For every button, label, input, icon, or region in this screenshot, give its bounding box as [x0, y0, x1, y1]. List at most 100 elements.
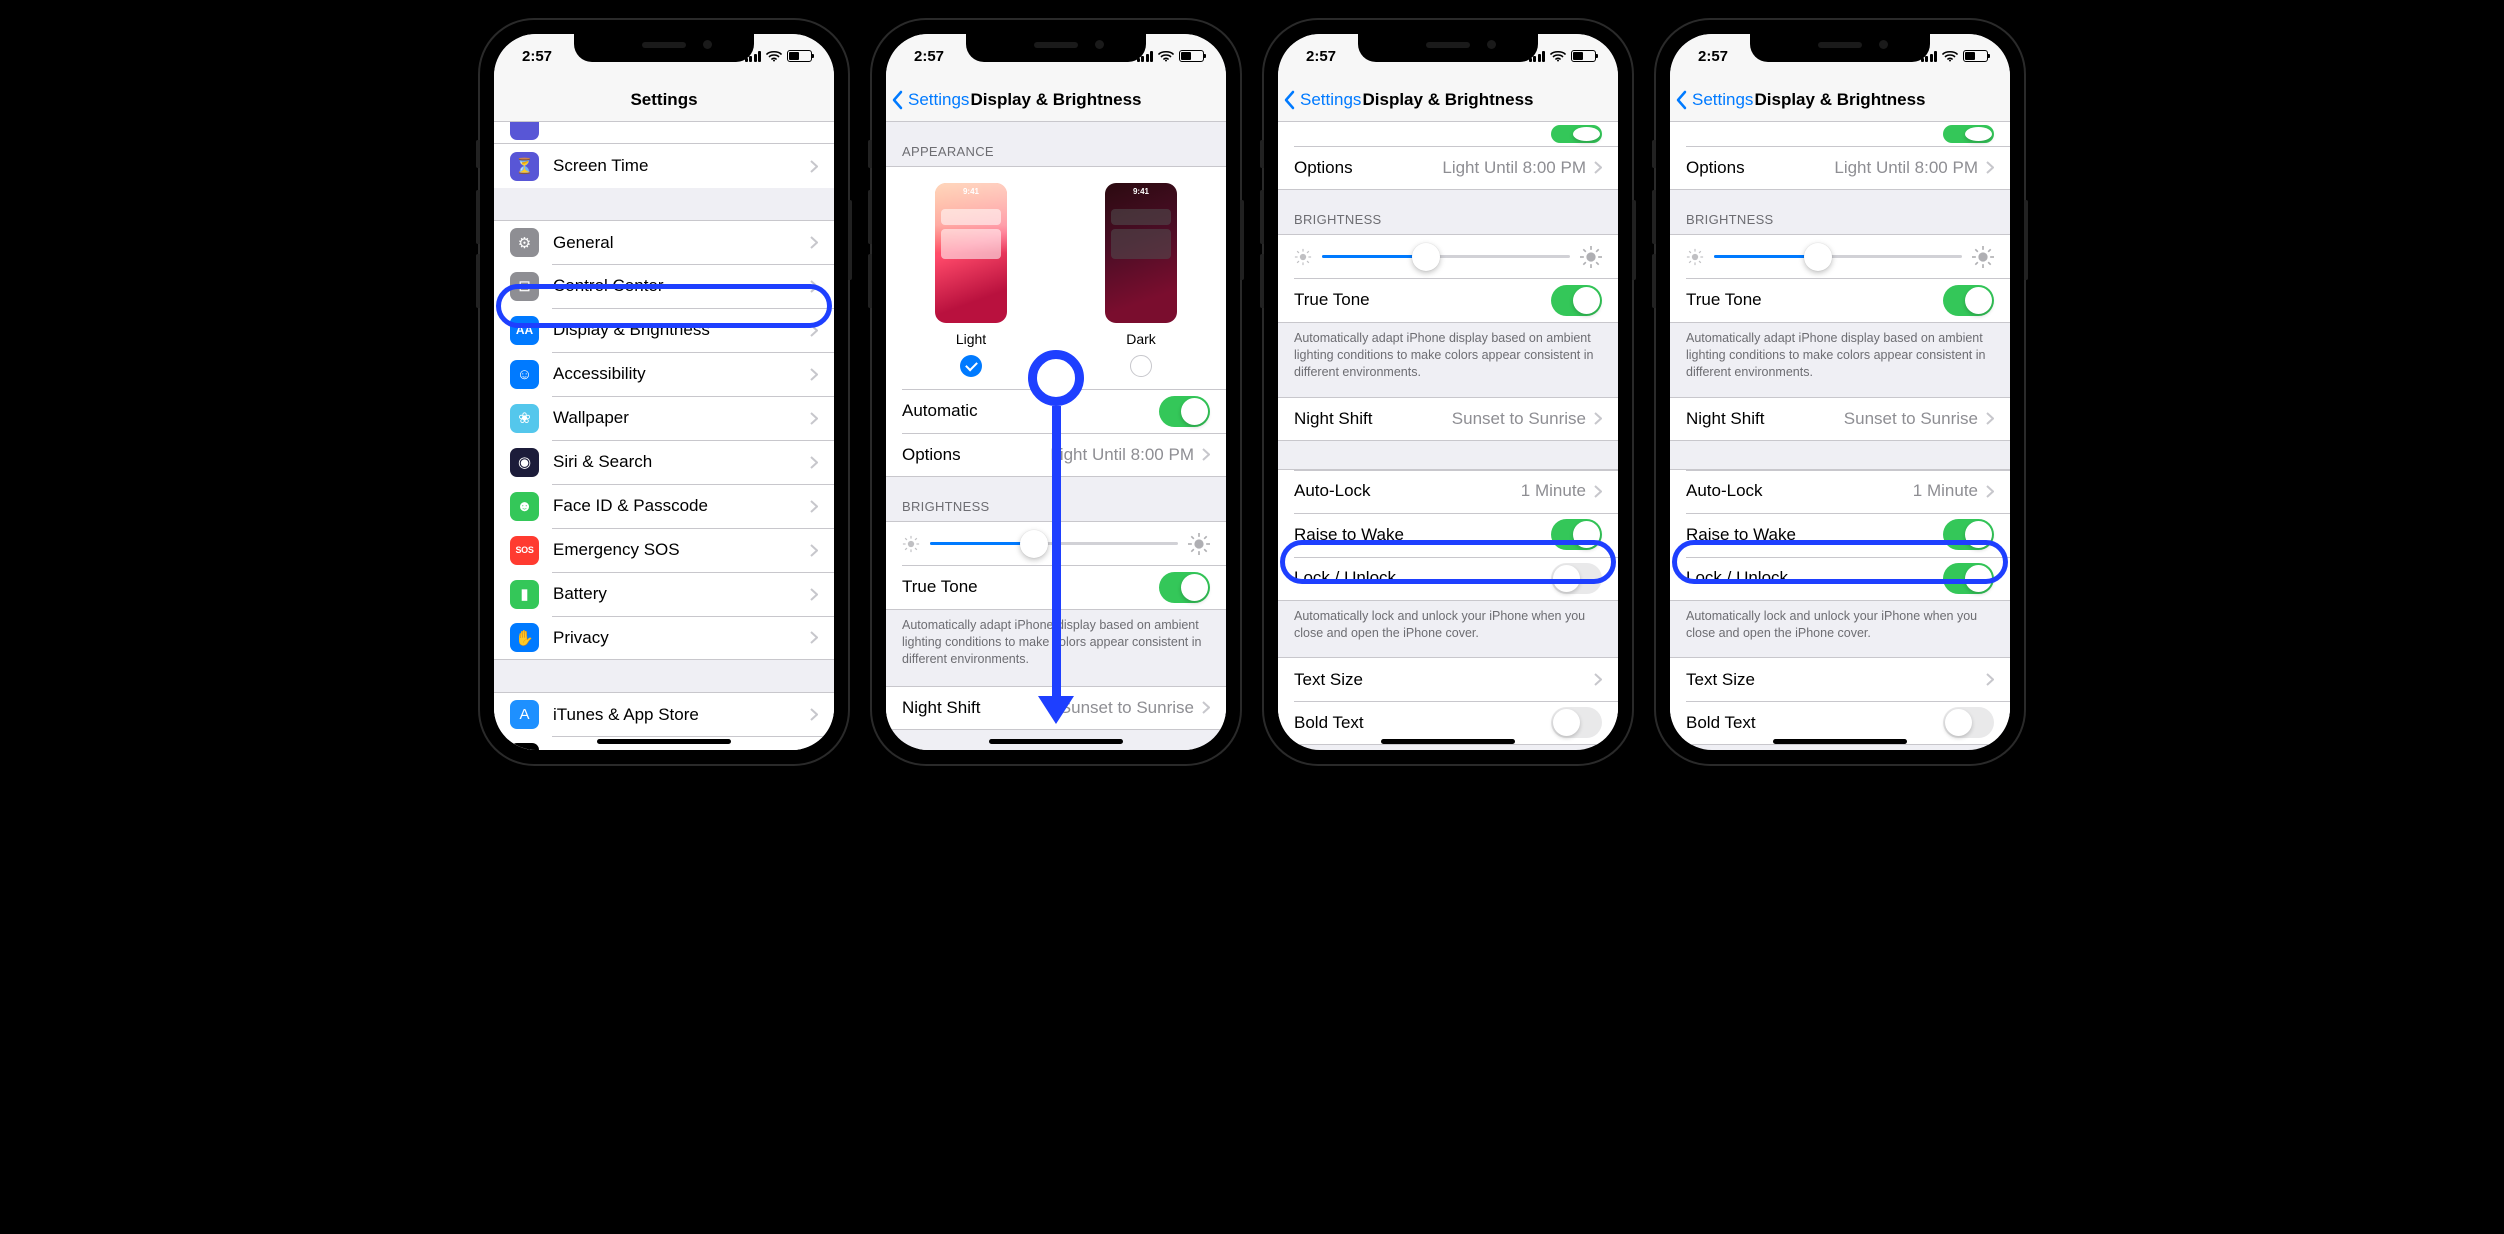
appearance-dark[interactable]: 9:41 Dark	[1105, 183, 1177, 377]
chevron-right-icon	[1986, 161, 1994, 174]
chevron-right-icon	[1594, 412, 1602, 425]
row-nightshift[interactable]: Night Shift Sunset to Sunrise	[886, 686, 1226, 730]
status-time: 2:57	[1698, 48, 1728, 65]
chevron-right-icon	[810, 588, 818, 601]
navbar: Settings	[494, 78, 834, 122]
footer-lock-unlock: Automatically lock and unlock your iPhon…	[1670, 601, 2010, 650]
phone-1: 2:57 Settings ⏳ Screen Time ⚙ General ⊟ …	[480, 20, 848, 764]
back-button[interactable]: Settings	[1284, 90, 1361, 110]
row-screen-time[interactable]: ⏳ Screen Time	[494, 144, 834, 188]
page-title: Display & Brightness	[1363, 90, 1534, 110]
row-options[interactable]: Options Light Until 8:00 PM	[1278, 146, 1618, 190]
brightness-slider-row	[886, 521, 1226, 565]
screen-time-icon: ⏳	[510, 152, 539, 181]
sun-small-icon	[1686, 248, 1704, 266]
brightness-slider[interactable]	[1714, 255, 1962, 258]
chevron-right-icon	[810, 631, 818, 644]
display-brightness-icon: AA	[510, 316, 539, 345]
row-emergency-sos[interactable]: SOS Emergency SOS	[494, 528, 834, 572]
appearance-picker: 9:41 Light 9:41 Dark	[886, 166, 1226, 389]
sun-small-icon	[1294, 248, 1312, 266]
chevron-right-icon	[1986, 412, 1994, 425]
brightness-slider-row	[1278, 234, 1618, 278]
toggle-truetone[interactable]	[1159, 572, 1210, 603]
back-button[interactable]: Settings	[892, 90, 969, 110]
chevron-right-icon	[1594, 485, 1602, 498]
row-autolock[interactable]: Auto-Lock 1 Minute	[1670, 469, 2010, 513]
chevron-right-icon	[1594, 161, 1602, 174]
toggle-lock-unlock[interactable]	[1943, 563, 1994, 594]
back-button[interactable]: Settings	[1676, 90, 1753, 110]
toggle-bold-text[interactable]	[1551, 707, 1602, 738]
row-label: Battery	[553, 584, 810, 604]
row-lock-unlock: Lock / Unlock	[1278, 557, 1618, 601]
accessibility-icon: ☺	[510, 360, 539, 389]
row-peek	[494, 122, 834, 144]
row-raise-to-wake: Raise to Wake	[1278, 513, 1618, 557]
control-center-icon: ⊟	[510, 272, 539, 301]
wifi-icon	[766, 50, 782, 62]
row-autolock[interactable]: Auto-Lock 1 Minute	[1278, 469, 1618, 513]
row-siri-search[interactable]: ◉ Siri & Search	[494, 440, 834, 484]
appearance-light[interactable]: 9:41 Light	[935, 183, 1007, 377]
row-wallpaper[interactable]: ❀ Wallpaper	[494, 396, 834, 440]
row-general[interactable]: ⚙ General	[494, 220, 834, 264]
row-truetone: True Tone	[1278, 278, 1618, 322]
phone-2: 2:57 Settings Display & Brightness APPEA…	[872, 20, 1240, 764]
home-indicator[interactable]	[1381, 739, 1515, 744]
row-label: Accessibility	[553, 364, 810, 384]
toggle-raise[interactable]	[1551, 519, 1602, 550]
battery-icon	[787, 50, 812, 62]
toggle-raise[interactable]	[1943, 519, 1994, 550]
row-privacy[interactable]: ✋ Privacy	[494, 616, 834, 660]
chevron-right-icon	[810, 160, 818, 173]
row-text-size[interactable]: Text Size	[1278, 657, 1618, 701]
chevron-right-icon	[810, 456, 818, 469]
navbar: Settings Display & Brightness	[1670, 78, 2010, 122]
chevron-right-icon	[1202, 448, 1210, 461]
row-accessibility[interactable]: ☺ Accessibility	[494, 352, 834, 396]
status-time: 2:57	[1306, 48, 1336, 65]
row-label: iTunes & App Store	[553, 705, 810, 725]
toggle-bold-text[interactable]	[1943, 707, 1994, 738]
home-indicator[interactable]	[1773, 739, 1907, 744]
header-appearance: APPEARANCE	[886, 122, 1226, 166]
page-title: Settings	[630, 90, 697, 110]
row-control-center[interactable]: ⊟ Control Center	[494, 264, 834, 308]
row-automatic-partial	[1278, 122, 1618, 146]
footer-truetone: Automatically adapt iPhone display based…	[886, 609, 1226, 676]
toggle-lock-unlock[interactable]	[1551, 563, 1602, 594]
toggle-truetone[interactable]	[1943, 285, 1994, 316]
row-nightshift[interactable]: Night Shift Sunset to Sunrise	[1278, 397, 1618, 441]
row-lock-unlock: Lock / Unlock	[1670, 557, 2010, 601]
header-brightness: BRIGHTNESS	[1670, 190, 2010, 234]
itunes-app-store-icon: A	[510, 700, 539, 729]
row-automatic-partial	[1670, 122, 2010, 146]
row-nightshift[interactable]: Night Shift Sunset to Sunrise	[1670, 397, 2010, 441]
row-display-brightness[interactable]: AA Display & Brightness	[494, 308, 834, 352]
row-options[interactable]: Options Light Until 8:00 PM	[886, 433, 1226, 477]
row-options[interactable]: Options Light Until 8:00 PM	[1670, 146, 2010, 190]
row-battery[interactable]: ▮ Battery	[494, 572, 834, 616]
brightness-slider[interactable]	[930, 542, 1178, 545]
chevron-right-icon	[810, 280, 818, 293]
footer-truetone: Automatically adapt iPhone display based…	[1670, 322, 2010, 389]
row-face-id-passcode[interactable]: ☻ Face ID & Passcode	[494, 484, 834, 528]
home-indicator[interactable]	[989, 739, 1123, 744]
toggle-truetone[interactable]	[1551, 285, 1602, 316]
row-itunes-app-store[interactable]: A iTunes & App Store	[494, 692, 834, 736]
toggle-automatic[interactable]	[1159, 396, 1210, 427]
privacy-icon: ✋	[510, 623, 539, 652]
row-text-size[interactable]: Text Size	[1670, 657, 2010, 701]
phone-3: 2:57 Settings Display & Brightness Optio…	[1264, 20, 1632, 764]
face-id-passcode-icon: ☻	[510, 492, 539, 521]
sun-large-icon	[1188, 533, 1210, 555]
row-label: Emergency SOS	[553, 540, 810, 560]
chevron-right-icon	[810, 708, 818, 721]
brightness-slider[interactable]	[1322, 255, 1570, 258]
radio-unselected-icon	[1130, 355, 1152, 377]
row-label: Face ID & Passcode	[553, 496, 810, 516]
page-title: Display & Brightness	[971, 90, 1142, 110]
home-indicator[interactable]	[597, 739, 731, 744]
chevron-right-icon	[810, 412, 818, 425]
